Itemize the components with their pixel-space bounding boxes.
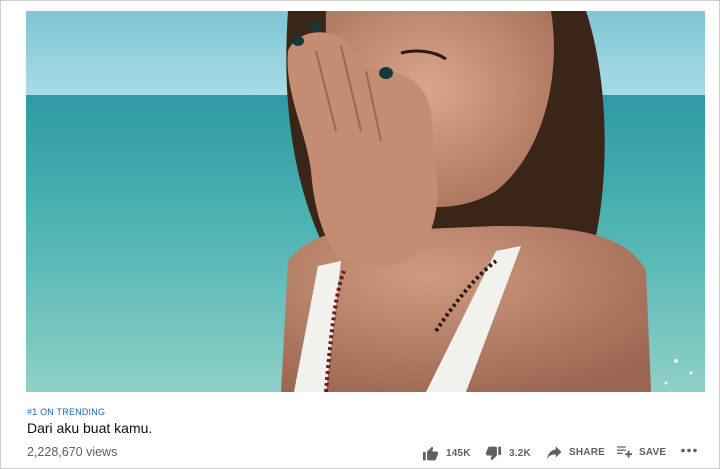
save-label: SAVE (639, 446, 667, 458)
trending-badge[interactable]: #1 ON TRENDING (27, 407, 105, 417)
dislike-count: 3.2K (509, 448, 531, 459)
thumbs-down-icon (485, 446, 502, 461)
video-frame-thumbnail (26, 11, 705, 392)
video-player[interactable] (26, 11, 705, 392)
share-label: SHARE (569, 447, 606, 458)
more-actions-button[interactable] (681, 448, 697, 453)
save-button[interactable]: SAVE (617, 446, 666, 458)
view-count: 2,228,670 views (27, 445, 118, 459)
like-count: 145K (446, 448, 471, 459)
video-card: #1 ON TRENDING Dari aku buat kamu. 2,228… (0, 0, 720, 469)
more-horizontal-icon (681, 448, 697, 453)
playlist-add-icon (617, 446, 632, 458)
thumbs-up-icon (422, 446, 439, 461)
like-button[interactable]: 145K (422, 446, 471, 461)
video-title: Dari aku buat kamu. (27, 420, 153, 436)
share-button[interactable]: SHARE (547, 446, 605, 459)
share-arrow-icon (547, 446, 562, 459)
dislike-button[interactable]: 3.2K (485, 446, 531, 461)
